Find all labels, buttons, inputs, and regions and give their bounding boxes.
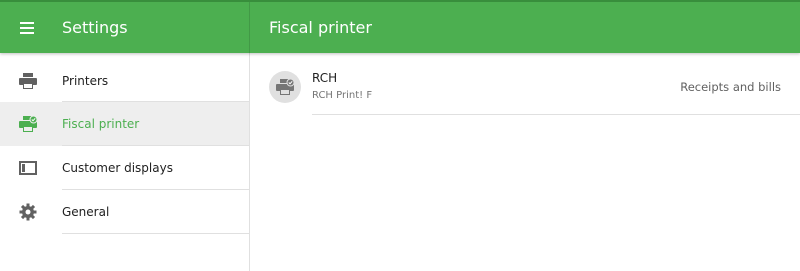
display-icon (18, 158, 38, 178)
fiscal-printer-icon (269, 71, 301, 103)
list-divider (312, 114, 800, 115)
header-divider (249, 2, 250, 53)
printer-list-item[interactable]: RCH RCH Print! F Receipts and bills (250, 63, 800, 115)
printer-role: Receipts and bills (680, 80, 781, 94)
sidebar-item-printers[interactable]: Printers (0, 59, 249, 103)
sidebar-item-label: Printers (62, 74, 109, 88)
fiscal-printer-icon (18, 114, 38, 134)
menu-icon[interactable] (16, 16, 40, 40)
nav-divider (62, 233, 249, 234)
app-title: Settings (62, 18, 128, 37)
sidebar: Printers Fiscal printer Customer display… (0, 53, 250, 271)
printer-name: RCH (312, 71, 338, 85)
sidebar-item-label: General (62, 205, 110, 219)
sidebar-item-label: Customer displays (62, 161, 173, 175)
sidebar-item-fiscal-printer[interactable]: Fiscal printer (0, 102, 249, 146)
app-bar: Settings Fiscal printer (0, 0, 800, 53)
sidebar-item-general[interactable]: General (0, 190, 249, 234)
gear-icon (18, 202, 38, 222)
sidebar-item-label: Fiscal printer (62, 117, 140, 131)
printer-model: RCH Print! F (312, 90, 373, 101)
page-title: Fiscal printer (269, 18, 372, 37)
sidebar-item-customer-displays[interactable]: Customer displays (0, 146, 249, 190)
main-content: RCH RCH Print! F Receipts and bills (250, 53, 800, 271)
printer-icon (18, 71, 38, 91)
